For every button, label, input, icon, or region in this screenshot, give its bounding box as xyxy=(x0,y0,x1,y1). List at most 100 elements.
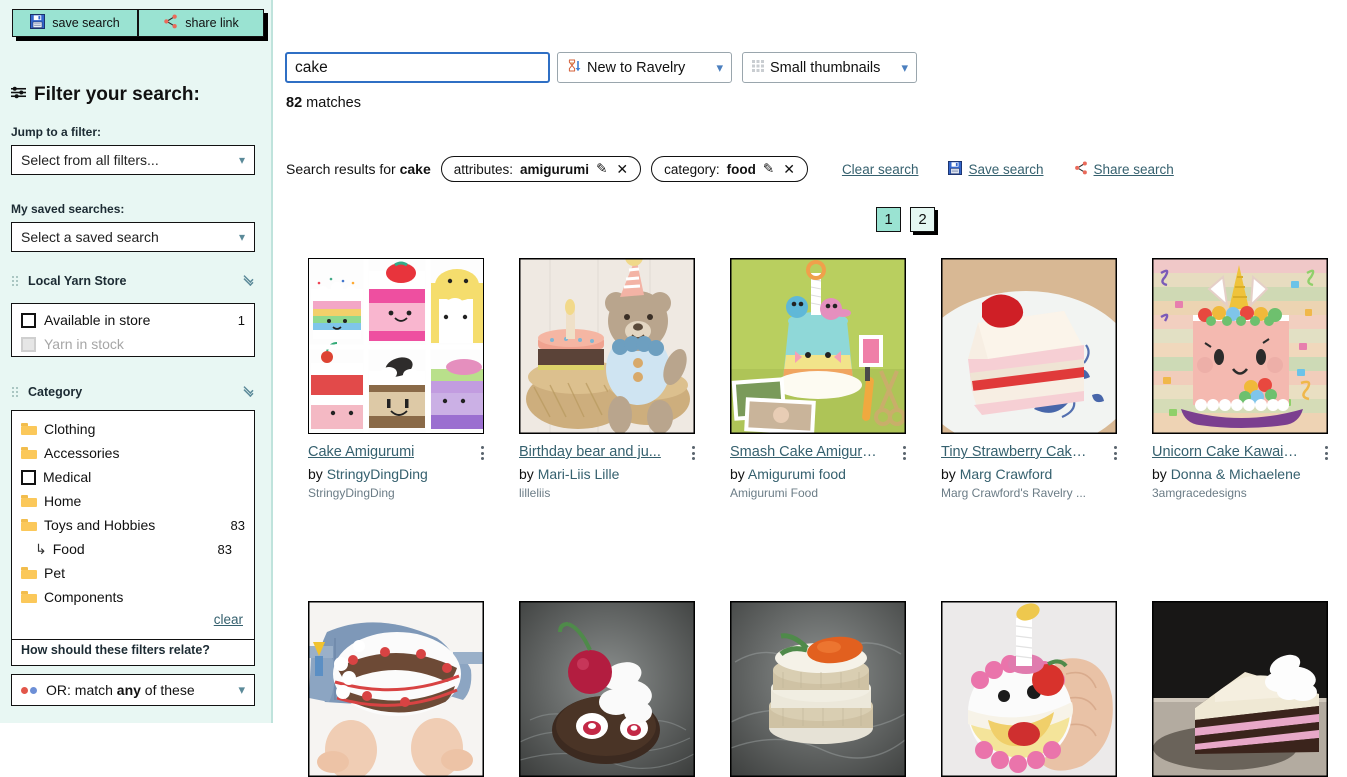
filter-chip-attributes[interactable]: attributes: amigurumi ✎ ✕ xyxy=(440,156,642,182)
filter-count: 1 xyxy=(237,312,245,328)
pencil-icon[interactable]: ✎ xyxy=(596,161,607,177)
category-count: 83 xyxy=(217,541,232,557)
checkbox-icon[interactable] xyxy=(21,469,36,485)
filter-label: Yarn in stock xyxy=(44,336,124,352)
saved-searches-label: My saved searches: xyxy=(11,202,125,216)
result-card: Cake Amigurumi by StringyDingDing String… xyxy=(308,258,484,500)
category-row-medical[interactable]: Medical xyxy=(12,465,254,489)
clear-filters-link[interactable]: clear xyxy=(214,612,243,627)
result-shop: 3amgracedesigns xyxy=(1152,485,1247,500)
filter-title-text: Filter your search: xyxy=(34,84,200,105)
group-header-local-yarn-store[interactable]: Local Yarn Store xyxy=(11,271,255,291)
result-thumbnail-knitted-cake-slice-on-plate[interactable] xyxy=(941,258,1117,434)
result-menu-button[interactable] xyxy=(1109,444,1117,463)
group-header-category[interactable]: Category xyxy=(11,382,255,402)
result-thumbnail-pastel-smash-cake-green-bg[interactable] xyxy=(730,258,906,434)
share-nodes-icon xyxy=(1074,160,1088,178)
page-button-1[interactable]: 1 xyxy=(876,207,901,232)
category-row-components[interactable]: Components xyxy=(12,585,254,609)
view-mode-select[interactable]: Small thumbnails ▾ xyxy=(742,52,917,83)
match-count: 82 matches xyxy=(286,95,361,111)
category-label: Home xyxy=(44,493,82,509)
saved-searches-value: Select a saved search xyxy=(21,229,159,245)
share-search-link-group[interactable]: Share search xyxy=(1074,160,1174,178)
or-dots-icon xyxy=(21,686,37,694)
share-nodes-icon xyxy=(163,14,178,32)
result-thumbnail-collage-six-kawaii-cakes[interactable] xyxy=(308,258,484,434)
sort-order-label: New to Ravelry xyxy=(587,59,686,76)
save-search-link-group[interactable]: Save search xyxy=(948,160,1044,178)
drag-handle-icon[interactable] xyxy=(11,385,19,399)
share-link-button[interactable]: share link xyxy=(138,9,264,37)
result-card xyxy=(1152,600,1328,777)
result-card xyxy=(308,600,484,777)
share-search-link[interactable]: Share search xyxy=(1094,162,1174,177)
saved-searches-select[interactable]: Select a saved search ▾ xyxy=(11,222,255,252)
save-search-label: save search xyxy=(52,16,120,30)
checkbox-icon xyxy=(21,336,36,352)
group-title-category: Category xyxy=(28,385,83,399)
checkbox-icon[interactable] xyxy=(21,312,36,328)
result-menu-button[interactable] xyxy=(687,444,695,463)
floppy-disk-icon xyxy=(948,160,963,178)
results-filter-bar: Search results for cake attributes: amig… xyxy=(286,156,1174,182)
save-search-link[interactable]: Save search xyxy=(968,162,1043,177)
result-byline: by Mari-Liis Lille xyxy=(519,465,620,482)
filters-relate-select[interactable]: OR: match any of these ▾ xyxy=(11,674,255,706)
chip-value: amigurumi xyxy=(520,161,590,177)
result-title[interactable]: Tiny Strawberry Cake... xyxy=(941,444,1089,461)
sort-hourglass-icon xyxy=(566,58,582,78)
floppy-disk-icon xyxy=(30,14,46,32)
result-title[interactable]: Smash Cake Amiguru... xyxy=(730,444,878,461)
result-thumbnail-unicorn-cake-pink[interactable] xyxy=(1152,258,1328,434)
result-thumbnail-carrot-mini-cake-dark[interactable] xyxy=(730,600,906,777)
jump-to-filter-value: Select from all filters... xyxy=(21,152,159,168)
chevron-double-down-icon[interactable] xyxy=(242,383,255,398)
filter-chip-category[interactable]: category: food ✎ ✕ xyxy=(651,156,808,182)
drag-handle-icon[interactable] xyxy=(11,274,19,288)
results-row xyxy=(308,600,1347,777)
result-thumbnail-teddy-bear-with-cake[interactable] xyxy=(519,258,695,434)
sort-order-select[interactable]: New to Ravelry ▾ xyxy=(557,52,732,83)
category-row-toys-and-hobbies[interactable]: Toys and Hobbies 83 xyxy=(12,513,254,537)
close-icon[interactable]: ✕ xyxy=(783,161,795,178)
result-title[interactable]: Unicorn Cake Kawaii ... xyxy=(1152,444,1300,461)
chevron-double-down-icon[interactable] xyxy=(242,272,255,287)
filter-row-yarn-in-stock: Yarn in stock xyxy=(12,332,254,356)
pagination: 1 2 xyxy=(876,207,935,232)
sidebar-action-buttons: save search share link xyxy=(12,9,264,37)
page-button-2[interactable]: 2 xyxy=(910,207,935,232)
filter-row-available-in-store[interactable]: Available in store 1 xyxy=(12,308,254,332)
clear-search-link[interactable]: Clear search xyxy=(842,162,919,177)
clear-filters-container: clear xyxy=(12,609,254,637)
category-row-food[interactable]: ↳ Food 83 xyxy=(12,537,254,561)
folder-icon xyxy=(21,591,37,603)
result-title[interactable]: Birthday bear and ju... xyxy=(519,444,661,461)
category-count: 83 xyxy=(230,517,245,533)
subcategory-arrow-icon: ↳ xyxy=(35,540,47,557)
result-thumbnail-chocolate-cake-slice-dark[interactable] xyxy=(1152,600,1328,777)
save-search-button[interactable]: save search xyxy=(12,9,138,37)
pencil-icon[interactable]: ✎ xyxy=(763,161,774,177)
result-card: Birthday bear and ju... by Mari-Liis Lil… xyxy=(519,258,695,500)
chevron-down-icon: ▾ xyxy=(716,59,723,75)
result-menu-button[interactable] xyxy=(476,444,484,463)
result-menu-button[interactable] xyxy=(898,444,906,463)
category-row-accessories[interactable]: Accessories xyxy=(12,441,254,465)
result-thumbnail-cherry-roll-cake-dark[interactable] xyxy=(519,600,695,777)
view-mode-label: Small thumbnails xyxy=(770,59,881,76)
category-row-clothing[interactable]: Clothing xyxy=(12,417,254,441)
relate-value: OR: match any of these xyxy=(46,682,195,698)
result-meta: Cake Amigurumi by StringyDingDing String… xyxy=(308,434,484,500)
search-input[interactable] xyxy=(285,52,550,83)
result-thumbnail-smiling-cake-in-hand[interactable] xyxy=(941,600,1117,777)
result-title[interactable]: Cake Amigurumi xyxy=(308,444,414,461)
category-row-home[interactable]: Home xyxy=(12,489,254,513)
category-row-pet[interactable]: Pet xyxy=(12,561,254,585)
result-thumbnail-baby-cake-pants[interactable] xyxy=(308,600,484,777)
jump-to-filter-select[interactable]: Select from all filters... ▾ xyxy=(11,145,255,175)
result-byline: by Donna & Michaelene xyxy=(1152,465,1301,482)
result-menu-button[interactable] xyxy=(1320,444,1328,463)
close-icon[interactable]: ✕ xyxy=(616,161,628,178)
sliders-icon xyxy=(10,84,27,106)
